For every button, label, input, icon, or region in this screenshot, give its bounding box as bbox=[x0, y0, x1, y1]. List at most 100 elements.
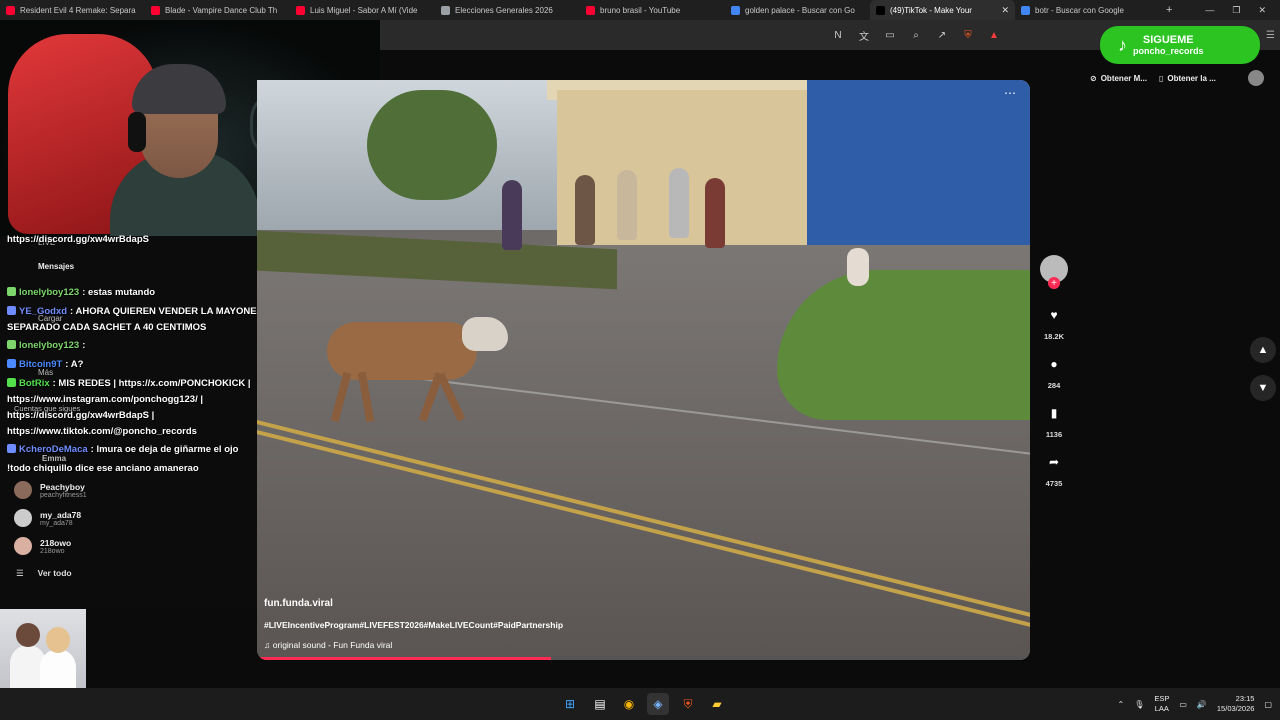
browser-tab[interactable]: golden palace - Buscar con Go bbox=[725, 0, 870, 20]
no-tracking-icon[interactable]: N bbox=[832, 30, 844, 41]
tab-favicon-icon bbox=[586, 5, 595, 15]
chat-badge-icon bbox=[7, 287, 16, 296]
tab-favicon-icon bbox=[296, 5, 305, 15]
close-window-icon[interactable]: ✕ bbox=[1258, 5, 1266, 16]
folder-icon[interactable]: ▰ bbox=[706, 693, 728, 715]
browser-tab[interactable]: Elecciones Generales 2026 bbox=[435, 0, 580, 20]
network-icon[interactable]: ▭ bbox=[1179, 700, 1187, 709]
video-hashtags[interactable]: #LIVEIncentiveProgram#LIVEFEST2026#MakeL… bbox=[264, 620, 563, 630]
brave-icon[interactable]: ⛨ bbox=[677, 693, 699, 715]
chrome-icon[interactable]: ◉ bbox=[618, 693, 640, 715]
microphone-icon[interactable]: 🎙 bbox=[1134, 700, 1144, 709]
chevron-up-icon[interactable]: ⌃ bbox=[1117, 700, 1124, 709]
get-coins-button[interactable]: ⊘ Obtener M... bbox=[1090, 74, 1147, 83]
cast-icon[interactable]: ▭ bbox=[884, 30, 896, 41]
chat-badge-icon bbox=[7, 359, 16, 368]
tab-favicon-icon bbox=[6, 5, 15, 15]
tiktok-header-buttons: ⊘ Obtener M... ▯ Obtener la ... bbox=[1090, 70, 1264, 86]
share-arrow-icon: ➦ bbox=[1048, 455, 1060, 469]
browser-tab[interactable]: Blade - Vampire Dance Club Th bbox=[145, 0, 290, 20]
get-app-button[interactable]: ▯ Obtener la ... bbox=[1159, 74, 1216, 83]
chat-text: SEPARADO CADA SACHET A 40 CENTIMOS bbox=[7, 322, 207, 333]
window-controls: — ❐ ✕ bbox=[1205, 0, 1280, 20]
profile-avatar[interactable] bbox=[1247, 70, 1264, 86]
chat-message: SEPARADO CADA SACHET A 40 CENTIMOS bbox=[7, 320, 287, 335]
more-options-icon[interactable]: ⋯ bbox=[1004, 86, 1016, 100]
tiktok-icon: ♪ bbox=[1118, 34, 1127, 55]
new-tab-icon[interactable]: + bbox=[1166, 4, 1172, 16]
tab-favicon-icon bbox=[731, 5, 740, 15]
comment-button[interactable]: ● 284 bbox=[1040, 350, 1068, 390]
chat-message: https://discord.gg/xw4wrBdapS bbox=[7, 232, 287, 247]
tab-favicon-icon bbox=[441, 5, 450, 15]
chat-message: https://www.tiktok.com/@poncho_records bbox=[7, 424, 287, 439]
minimize-icon[interactable]: — bbox=[1205, 5, 1214, 15]
language-indicator[interactable]: ESP LAA bbox=[1154, 694, 1169, 714]
chat-username: BotRix bbox=[19, 378, 50, 389]
chat-text: https://www.instagram.com/ponchogg123/ | bbox=[7, 394, 204, 405]
next-video-button[interactable]: ▼ bbox=[1250, 375, 1276, 401]
notification-icon[interactable]: ▢ bbox=[1264, 700, 1272, 709]
avatar bbox=[14, 537, 32, 555]
video-progress-bar[interactable] bbox=[257, 657, 1030, 660]
chat-text: : MIS REDES | https://x.com/PONCHOKICK | bbox=[52, 378, 251, 389]
chat-badge-icon bbox=[7, 444, 16, 453]
browser-tab[interactable]: botr - Buscar con Google bbox=[1015, 0, 1160, 20]
chat-message: KcheroDeMaca: lmura oe deja de giñarme e… bbox=[7, 442, 287, 457]
chat-text: : bbox=[82, 340, 86, 351]
like-button[interactable]: ♥ 18.2K bbox=[1040, 301, 1068, 341]
save-button[interactable]: ▮ 1136 bbox=[1040, 399, 1068, 439]
chat-text: https://discord.gg/xw4wrBdapS | bbox=[7, 410, 155, 421]
video-sound[interactable]: ♫ original sound - Fun Funda viral bbox=[264, 640, 563, 650]
browser-tab[interactable]: Luis Miguel - Sabor A Mí (Vide bbox=[290, 0, 435, 20]
comment-icon: ● bbox=[1050, 357, 1058, 371]
following-account[interactable]: 218owo 218owo bbox=[14, 537, 71, 555]
browser-tab[interactable]: (49)TikTok - Make Your ✕ bbox=[870, 0, 1015, 20]
tab-favicon-icon bbox=[151, 5, 160, 15]
following-account[interactable]: my_ada78 my_ada78 bbox=[14, 509, 81, 527]
menu-icon[interactable]: ☰ bbox=[1266, 30, 1275, 41]
share-button[interactable]: ➦ 4735 bbox=[1040, 448, 1068, 488]
browser-tab[interactable]: Resident Evil 4 Remake: Separa bbox=[0, 0, 145, 20]
sidebar-messages-label[interactable]: Mensajes bbox=[38, 262, 74, 271]
chat-username: KcheroDeMaca bbox=[19, 444, 88, 455]
follow-plus-icon[interactable]: + bbox=[1048, 277, 1060, 289]
windows-taskbar: ⊞ ▤ ◉ ◈ ⛨ ▰ ⌃ 🎙 ESP LAA ▭ 🔊 23:15 15/03/20… bbox=[0, 688, 1280, 720]
browser-tab[interactable]: bruno brasil - YouTube bbox=[580, 0, 725, 20]
file-icon[interactable]: ▤ bbox=[589, 693, 611, 715]
volume-icon[interactable]: 🔊 bbox=[1197, 700, 1207, 709]
chat-message: lonelyboy123: estas mutando bbox=[7, 285, 287, 300]
chat-message: lonelyboy123: bbox=[7, 338, 287, 353]
share-icon[interactable]: ↗ bbox=[936, 30, 948, 41]
creator-avatar[interactable]: + bbox=[1040, 255, 1068, 289]
chat-message: https://www.instagram.com/ponchogg123/ | bbox=[7, 392, 287, 407]
see-all-link[interactable]: ☰ Ver todo bbox=[16, 568, 72, 579]
zoom-icon[interactable]: ⌕ bbox=[910, 30, 922, 41]
music-note-icon: ♫ bbox=[264, 640, 273, 650]
stream-promo-banner: ♪ SIGUEME poncho_records bbox=[1100, 26, 1260, 64]
bookmark-icon: ▮ bbox=[1050, 406, 1058, 420]
brave-rewards-icon[interactable]: ▲ bbox=[988, 30, 1000, 41]
chat-text: : lmura oe deja de giñarme el ojo bbox=[90, 444, 239, 455]
following-account[interactable]: Peachyboy peachyfitness1 bbox=[14, 481, 87, 499]
chat-badge-icon bbox=[7, 378, 16, 387]
chat-message: https://discord.gg/xw4wrBdapS | bbox=[7, 408, 287, 423]
windows-start-icon[interactable]: ⊞ bbox=[559, 693, 581, 715]
maximize-icon[interactable]: ❐ bbox=[1232, 5, 1240, 16]
previous-video-button[interactable]: ▲ bbox=[1250, 337, 1276, 363]
brave-shield-icon[interactable]: ⛨ bbox=[962, 30, 974, 41]
video-username[interactable]: fun.funda.viral bbox=[264, 598, 563, 609]
close-tab-icon[interactable]: ✕ bbox=[1001, 5, 1009, 16]
chat-message: !todo chiquillo dice ese anciano amanera… bbox=[7, 461, 287, 476]
heart-icon: ♥ bbox=[1050, 308, 1058, 322]
clock[interactable]: 23:15 15/03/2026 bbox=[1217, 694, 1255, 714]
video-info: fun.funda.viral #LIVEIncentiveProgram#LI… bbox=[264, 598, 563, 650]
translate-icon[interactable]: 文 bbox=[858, 28, 870, 43]
list-icon: ☰ bbox=[16, 568, 24, 578]
chat-badge-icon bbox=[7, 340, 16, 349]
browser-tab-bar: Resident Evil 4 Remake: Separa Blade - Va… bbox=[0, 0, 1280, 20]
coin-icon: ⊘ bbox=[1090, 73, 1097, 83]
system-tray: ⌃ 🎙 ESP LAA ▭ 🔊 23:15 15/03/2026 ▢ bbox=[1117, 688, 1272, 720]
steam-icon[interactable]: ◈ bbox=[647, 693, 669, 715]
tiktok-video-player[interactable]: ⋯ fun.funda.viral #LIVEIncentiveProgram#… bbox=[257, 80, 1030, 660]
